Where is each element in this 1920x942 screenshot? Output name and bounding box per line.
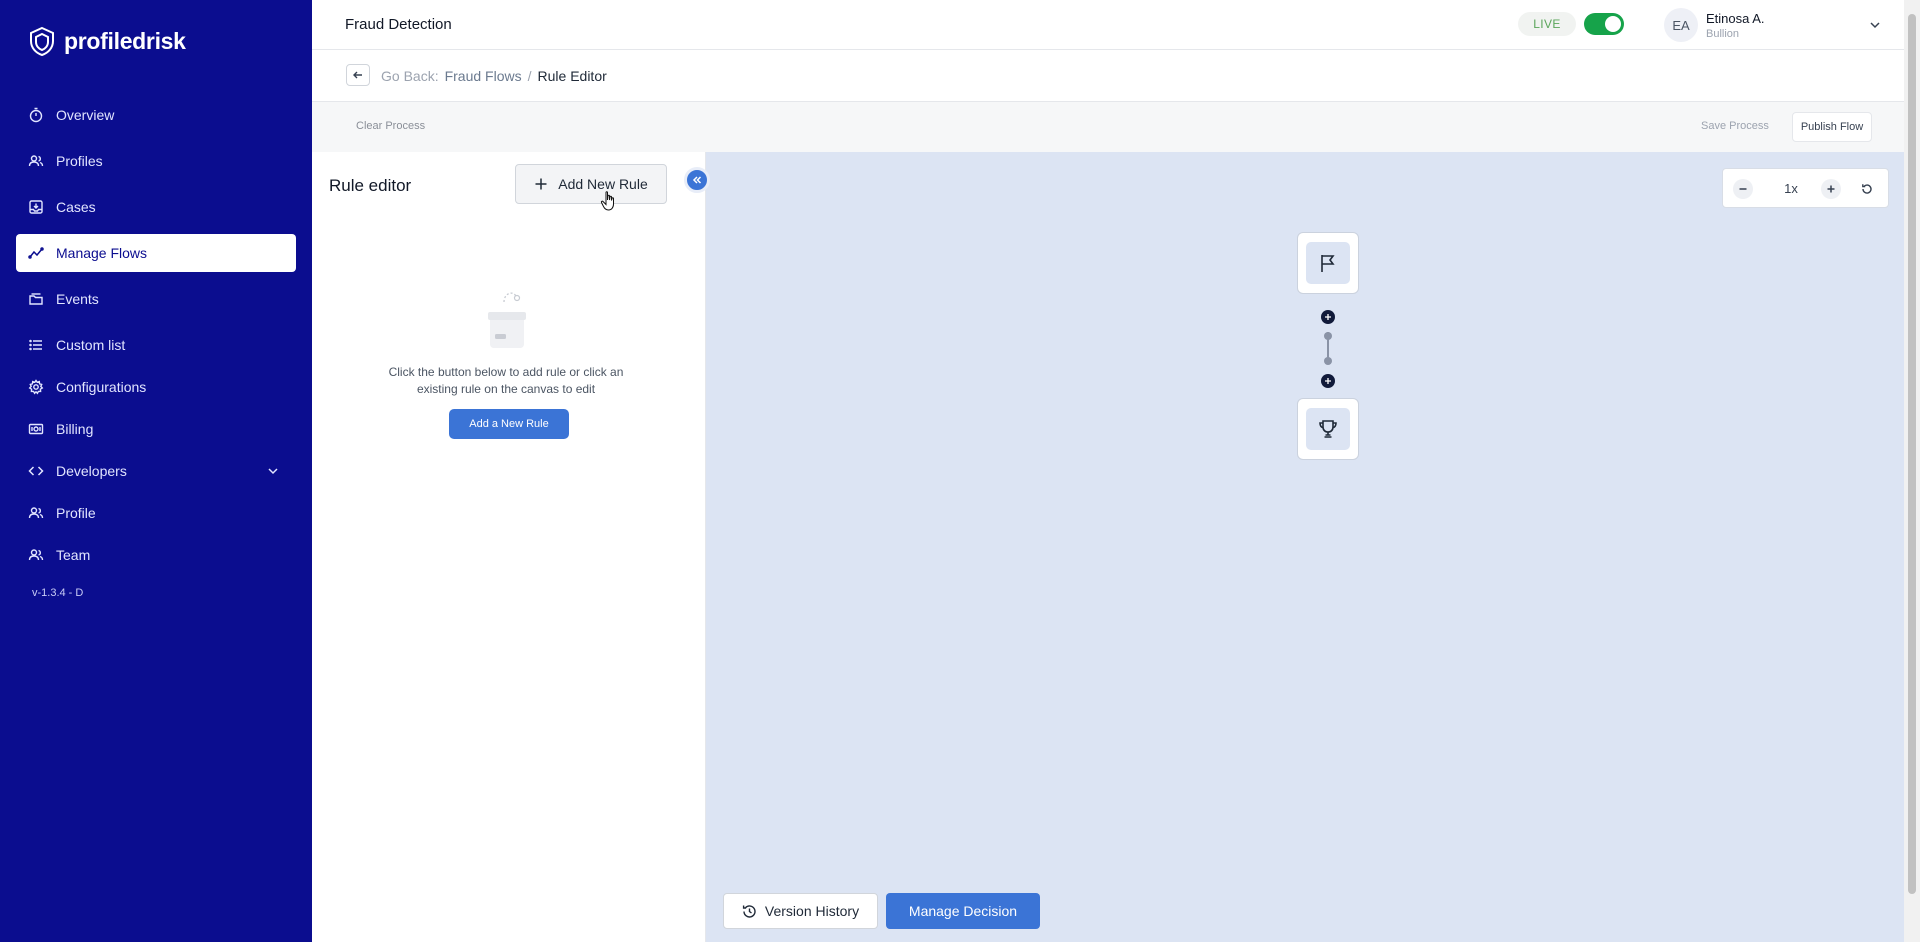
- user-org: Bullion: [1706, 28, 1740, 40]
- breadcrumb-current: Rule Editor: [537, 68, 607, 84]
- collapse-panel-button[interactable]: [684, 167, 710, 193]
- list-icon: [29, 339, 42, 351]
- shield-logo-icon: [30, 26, 54, 56]
- breadcrumb-prefix: Go Back:: [381, 68, 439, 84]
- plus-icon: [1325, 378, 1331, 384]
- sidebar-item-label: Configurations: [56, 379, 147, 395]
- zoom-in-button[interactable]: [1821, 179, 1841, 199]
- version-history-label: Version History: [764, 903, 860, 919]
- zoom-level: 1x: [1784, 181, 1798, 196]
- end-node-icon-wrap: [1306, 408, 1350, 450]
- zoom-controls: 1x: [1722, 168, 1889, 208]
- plus-icon: [1827, 185, 1835, 193]
- sidebar-item-label: Custom list: [56, 337, 126, 353]
- code-icon: [28, 466, 44, 476]
- add-step-bottom-button[interactable]: [1321, 374, 1335, 388]
- sidebar-item-configurations[interactable]: Configurations: [16, 368, 296, 406]
- inbox-download-icon: [29, 200, 43, 214]
- arrow-left-icon: [353, 71, 362, 79]
- sidebar-item-label: Overview: [56, 107, 115, 123]
- zoom-out-button[interactable]: [1733, 179, 1753, 199]
- live-toggle[interactable]: [1584, 13, 1624, 35]
- flag-icon: [1321, 255, 1335, 272]
- sidebar-item-label: Developers: [56, 463, 127, 479]
- scrollbar[interactable]: [1904, 0, 1920, 942]
- breadcrumb-bar: Go Back: Fraud Flows / Rule Editor: [312, 50, 1904, 102]
- sidebar-item-team[interactable]: Team: [16, 536, 296, 574]
- clear-process-button[interactable]: Clear Process: [356, 120, 425, 132]
- rule-editor-title: Rule editor: [329, 176, 412, 195]
- add-new-rule-label: Add New Rule: [558, 176, 648, 192]
- minus-icon: [1739, 188, 1747, 190]
- sidebar-item-cases[interactable]: Cases: [16, 188, 296, 226]
- money-icon: [28, 423, 44, 435]
- sidebar: profiledrisk Overview Profiles Cases Man…: [0, 0, 312, 942]
- sidebar-item-custom-list[interactable]: Custom list: [16, 326, 296, 364]
- add-step-top-button[interactable]: [1321, 310, 1335, 324]
- sidebar-item-profile[interactable]: Profile: [16, 494, 296, 532]
- trophy-icon: [1319, 420, 1337, 438]
- sidebar-item-manage-flows[interactable]: Manage Flows: [16, 234, 296, 272]
- breadcrumb-fraud-flows[interactable]: Fraud Flows: [445, 68, 522, 84]
- breadcrumb: Go Back: Fraud Flows / Rule Editor: [381, 68, 607, 84]
- brand[interactable]: profiledrisk: [28, 26, 186, 56]
- sidebar-item-profiles[interactable]: Profiles: [16, 142, 296, 180]
- plus-icon: [1325, 314, 1331, 320]
- save-process-button[interactable]: Save Process: [1701, 120, 1769, 132]
- publish-flow-button[interactable]: Publish Flow: [1792, 112, 1872, 142]
- start-node[interactable]: [1297, 232, 1359, 294]
- history-icon: [742, 904, 756, 918]
- refresh-icon: [1862, 184, 1872, 194]
- sidebar-item-label: Billing: [56, 421, 94, 437]
- sidebar-item-label: Profile: [56, 505, 96, 521]
- back-button[interactable]: [346, 64, 370, 86]
- chevron-down-icon[interactable]: [1868, 18, 1882, 32]
- chevrons-left-icon: [692, 176, 702, 184]
- start-node-icon-wrap: [1306, 242, 1350, 284]
- connector-line: [1327, 332, 1329, 360]
- plus-icon: [535, 178, 547, 190]
- reset-zoom-button[interactable]: [1857, 179, 1877, 199]
- sidebar-item-label: Manage Flows: [56, 245, 148, 261]
- chevron-down-icon[interactable]: [266, 464, 280, 478]
- add-new-rule-button[interactable]: Add New Rule: [515, 164, 667, 204]
- users-icon: [28, 507, 44, 519]
- sidebar-item-overview[interactable]: Overview: [16, 96, 296, 134]
- sidebar-item-events[interactable]: Events: [16, 280, 296, 318]
- rule-editor-panel: Rule editor Add New Rule Click the butto…: [312, 152, 706, 942]
- connector-dot: [1324, 357, 1332, 365]
- sidebar-item-label: Team: [56, 547, 91, 563]
- scrollbar-thumb[interactable]: [1908, 14, 1916, 894]
- top-header: Fraud Detection LIVE EA Etinosa A. Bulli…: [312, 0, 1904, 50]
- empty-box-icon: [488, 292, 526, 348]
- user-name: Etinosa A.: [1706, 11, 1765, 26]
- folder-stack-icon: [29, 293, 43, 305]
- trend-line-icon: [28, 247, 44, 259]
- sidebar-item-label: Profiles: [56, 153, 103, 169]
- sidebar-item-billing[interactable]: Billing: [16, 410, 296, 448]
- page-title: Fraud Detection: [345, 16, 452, 33]
- stopwatch-icon: [29, 107, 43, 123]
- sidebar-item-label: Events: [56, 291, 99, 307]
- users-icon: [28, 549, 44, 561]
- empty-state-message: Click the button below to add rule or cl…: [388, 365, 624, 396]
- brand-name: profiledrisk: [64, 27, 186, 54]
- live-badge: LIVE: [1518, 12, 1576, 36]
- flow-canvas[interactable]: 1x Version History Manage Decision: [706, 152, 1904, 942]
- users-icon: [28, 155, 44, 167]
- sidebar-item-label: Cases: [56, 199, 96, 215]
- manage-decision-button[interactable]: Manage Decision: [886, 893, 1040, 929]
- action-bar: Clear Process Save Process Publish Flow: [312, 102, 1904, 152]
- breadcrumb-separator: /: [527, 68, 532, 84]
- app-version: v-1.3.4 - D: [32, 587, 84, 599]
- sidebar-item-developers[interactable]: Developers: [16, 452, 296, 490]
- version-history-button[interactable]: Version History: [723, 893, 878, 929]
- add-a-new-rule-button[interactable]: Add a New Rule: [449, 409, 569, 439]
- gear-icon: [28, 379, 44, 395]
- end-node[interactable]: [1297, 398, 1359, 460]
- avatar[interactable]: EA: [1664, 8, 1698, 42]
